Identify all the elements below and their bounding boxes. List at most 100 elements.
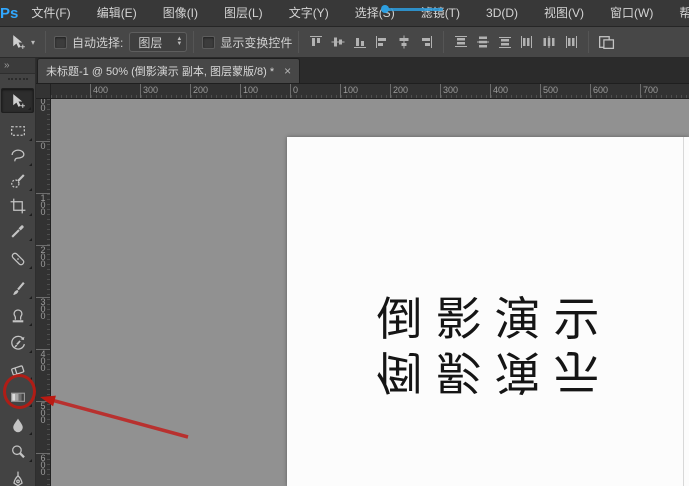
auto-select-target-dropdown[interactable]: 图层 ▲▼ bbox=[129, 32, 187, 52]
flyout-triangle-icon bbox=[29, 404, 32, 407]
menu-items: 文件(F)编辑(E)图像(I)图层(L)文字(Y)选择(S)滤镜(T)3D(D)… bbox=[18, 0, 689, 27]
tool-panel: » bbox=[0, 58, 36, 486]
spot-healing-brush-tool[interactable] bbox=[1, 246, 34, 271]
align-top-edges-button[interactable] bbox=[306, 32, 326, 52]
align-left-edges-button[interactable] bbox=[372, 32, 392, 52]
document-canvas[interactable]: 倒影演示 倒影演示 bbox=[287, 137, 689, 486]
ruler-tick bbox=[590, 84, 591, 99]
menu-6[interactable]: 选择(S) bbox=[342, 0, 408, 27]
distribute-right-edges-button[interactable] bbox=[561, 32, 581, 52]
ruler-label: 700 bbox=[643, 85, 658, 95]
vertical-ruler[interactable]: 1000100200300400500600 bbox=[36, 99, 51, 486]
ruler-label: 400 bbox=[93, 85, 108, 95]
ruler-tick bbox=[490, 84, 491, 99]
ruler-tick bbox=[190, 84, 191, 99]
flyout-triangle-icon bbox=[28, 107, 31, 110]
ruler-tick bbox=[640, 84, 641, 99]
distribute-buttons bbox=[450, 32, 582, 52]
flyout-triangle-icon bbox=[29, 266, 32, 269]
horizontal-ruler[interactable]: 4003002001000100200300400500600700 bbox=[51, 84, 689, 99]
ruler-label: 100 bbox=[343, 85, 358, 95]
auto-align-layers-button[interactable] bbox=[596, 32, 616, 52]
panel-grip[interactable] bbox=[8, 78, 28, 80]
pasteboard[interactable]: 倒影演示 倒影演示 bbox=[51, 99, 689, 486]
flyout-triangle-icon bbox=[29, 459, 32, 462]
ruler-label: 300 bbox=[443, 85, 458, 95]
ruler-tick bbox=[90, 84, 91, 99]
ruler-label: 500 bbox=[38, 403, 48, 424]
flyout-triangle-icon bbox=[29, 377, 32, 380]
ruler-label: 300 bbox=[143, 85, 158, 95]
menu-4[interactable]: 图层(L) bbox=[211, 0, 276, 27]
close-tab-icon[interactable]: × bbox=[284, 65, 291, 77]
align-vertical-centers-button[interactable] bbox=[328, 32, 348, 52]
menu-10[interactable]: 窗口(W) bbox=[597, 0, 666, 27]
flyout-triangle-icon bbox=[29, 350, 32, 353]
flyout-triangle-icon bbox=[29, 138, 32, 141]
ruler-label: 0 bbox=[293, 85, 298, 95]
dropdown-arrows-icon: ▲▼ bbox=[176, 37, 182, 47]
document-tab-title: 未标题-1 @ 50% (倒影演示 副本, 图层蒙版/8) * bbox=[46, 63, 274, 79]
quick-selection-tool[interactable] bbox=[1, 168, 34, 193]
align-horizontal-centers-button[interactable] bbox=[394, 32, 414, 52]
lasso-tool[interactable] bbox=[1, 143, 34, 168]
move-tool[interactable] bbox=[1, 88, 34, 113]
move-tool-preset-icon[interactable] bbox=[8, 32, 28, 52]
photoshop-logo[interactable]: Ps bbox=[0, 5, 18, 22]
options-bar: ▾ 自动选择: 图层 ▲▼ 显示变换控件 bbox=[0, 27, 689, 58]
gradient-tool[interactable] bbox=[1, 384, 34, 409]
menu-11[interactable]: 帮助(H) bbox=[666, 0, 689, 27]
ruler-label: 200 bbox=[38, 247, 48, 268]
distribute-horizontal-centers-button[interactable] bbox=[539, 32, 559, 52]
flyout-triangle-icon bbox=[29, 238, 32, 241]
ruler-tick bbox=[340, 84, 341, 99]
ruler-corner[interactable] bbox=[36, 84, 51, 99]
menu-1[interactable]: 文件(F) bbox=[18, 0, 83, 27]
canvas-text: 倒影演示 bbox=[287, 294, 689, 344]
document-tab[interactable]: 未标题-1 @ 50% (倒影演示 副本, 图层蒙版/8) * × bbox=[37, 58, 300, 83]
show-transform-label: 显示变换控件 bbox=[220, 34, 292, 51]
eraser-tool[interactable] bbox=[1, 357, 34, 382]
ruler-tick bbox=[240, 84, 241, 99]
ruler-label: 400 bbox=[38, 351, 48, 372]
flyout-triangle-icon bbox=[29, 296, 32, 299]
ruler-label: 200 bbox=[193, 85, 208, 95]
menu-bar: Ps 文件(F)编辑(E)图像(I)图层(L)文字(Y)选择(S)滤镜(T)3D… bbox=[0, 0, 689, 27]
dodge-tool[interactable] bbox=[1, 439, 34, 464]
distribute-vertical-centers-button[interactable] bbox=[473, 32, 493, 52]
crop-tool[interactable] bbox=[1, 193, 34, 218]
align-bottom-edges-button[interactable] bbox=[350, 32, 370, 52]
auto-select-checkbox[interactable] bbox=[54, 36, 67, 49]
blur-tool[interactable] bbox=[1, 412, 34, 437]
rectangular-marquee-tool[interactable] bbox=[1, 118, 34, 143]
separator bbox=[193, 31, 194, 53]
menu-9[interactable]: 视图(V) bbox=[531, 0, 597, 27]
history-brush-tool[interactable] bbox=[1, 330, 34, 355]
collapse-panel-button[interactable]: » bbox=[0, 58, 35, 74]
menu-3[interactable]: 图像(I) bbox=[150, 0, 211, 27]
separator bbox=[588, 31, 589, 53]
distribute-bottom-edges-button[interactable] bbox=[495, 32, 515, 52]
distribute-top-edges-button[interactable] bbox=[451, 32, 471, 52]
flyout-triangle-icon bbox=[29, 432, 32, 435]
preset-caret-icon[interactable]: ▾ bbox=[31, 38, 35, 47]
separator bbox=[45, 31, 46, 53]
ruler-tick bbox=[440, 84, 441, 99]
distribute-left-edges-button[interactable] bbox=[517, 32, 537, 52]
separator bbox=[298, 31, 299, 53]
eyedropper-tool[interactable] bbox=[1, 218, 34, 243]
ruler-label: 600 bbox=[593, 85, 608, 95]
brush-tool[interactable] bbox=[1, 276, 34, 301]
clone-stamp-tool[interactable] bbox=[1, 303, 34, 328]
show-transform-checkbox[interactable] bbox=[202, 36, 215, 49]
ruler-label: 200 bbox=[393, 85, 408, 95]
menu-7[interactable]: 滤镜(T) bbox=[408, 0, 473, 27]
menu-8[interactable]: 3D(D) bbox=[473, 0, 531, 27]
canvas-guide-line bbox=[683, 137, 684, 486]
align-right-edges-button[interactable] bbox=[416, 32, 436, 52]
ruler-tick bbox=[390, 84, 391, 99]
menu-2[interactable]: 编辑(E) bbox=[84, 0, 150, 27]
ruler-label: 300 bbox=[38, 299, 48, 320]
menu-5[interactable]: 文字(Y) bbox=[276, 0, 342, 27]
pen-tool[interactable] bbox=[1, 466, 34, 486]
